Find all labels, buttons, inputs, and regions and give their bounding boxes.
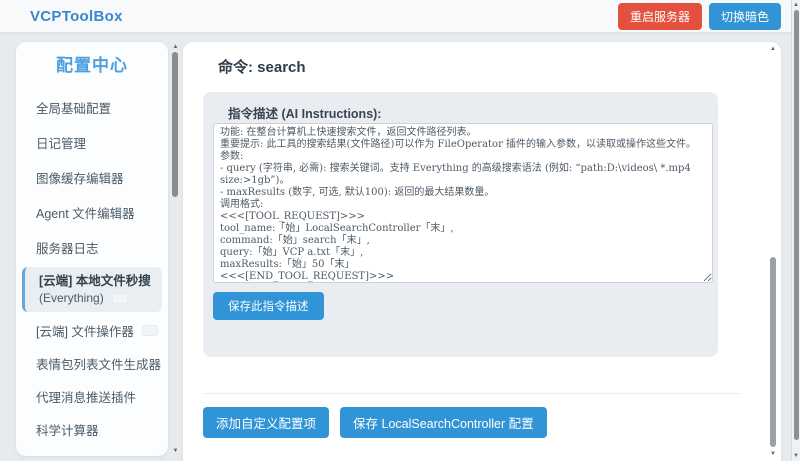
bottom-actions: 添加自定义配置项 保存 LocalSearchController 配置 (203, 407, 547, 438)
sidebar-item-label: [云端] 文件操作器 (36, 325, 134, 339)
scroll-thumb[interactable] (172, 52, 178, 197)
main-panel: 命令: search 指令描述 (AI Instructions): 功能: 在… (183, 42, 781, 461)
sidebar-item-emoji-list-generator[interactable]: 表情包列表文件生成器 (16, 347, 168, 380)
save-instruction-button[interactable]: 保存此指令描述 (213, 292, 324, 320)
scroll-thumb[interactable] (770, 257, 776, 447)
app-title: VCPToolBox (30, 7, 123, 25)
main-content-scrollbar[interactable]: ▲ ▼ (768, 44, 778, 459)
scroll-down-arrow[interactable]: ▼ (768, 450, 778, 458)
sidebar-item-label: [云端] 本地文件秒搜 (39, 274, 151, 288)
header-actions: 重启服务器 切换暗色 (617, 2, 781, 30)
divider (203, 393, 740, 394)
scroll-up-arrow[interactable]: ▲ (792, 1, 800, 9)
sidebar-item-proxy-message-push[interactable]: 代理消息推送插件 (16, 380, 168, 413)
instructions-textarea[interactable]: 功能: 在整台计算机上快速搜索文件，返回文件路径列表。 重要提示: 此工具的搜索… (213, 123, 713, 283)
add-custom-config-button[interactable]: 添加自定义配置项 (203, 407, 330, 438)
restart-server-button[interactable]: 重启服务器 (617, 2, 702, 30)
instructions-label: 指令描述 (AI Instructions): (228, 107, 382, 121)
sidebar-item-diary-management[interactable]: 日记管理 (16, 125, 168, 160)
scroll-up-arrow[interactable]: ▲ (171, 43, 180, 51)
instruction-panel: 指令描述 (AI Instructions): 功能: 在整台计算机上快速搜索文… (203, 92, 718, 357)
sidebar-item-scientific-calculator[interactable]: 科学计算器 (16, 413, 168, 446)
sidebar-item-file-operator[interactable]: [云端] 文件操作器 (16, 314, 168, 347)
command-title: 命令: search (218, 59, 306, 76)
sidebar-item-image-cache-editor[interactable]: 图像缓存编辑器 (16, 160, 168, 195)
sidebar-title: 配置中心 (56, 56, 128, 75)
status-badge-icon (111, 292, 128, 304)
app-header: VCPToolBox 重启服务器 切换暗色 (0, 0, 791, 33)
scroll-down-arrow[interactable]: ▼ (792, 452, 800, 460)
scroll-down-arrow[interactable]: ▼ (171, 447, 180, 455)
sidebar-item-server-logs[interactable]: 服务器日志 (16, 230, 168, 265)
window-scrollbar[interactable]: ▲ ▼ (791, 0, 800, 461)
scroll-up-arrow[interactable]: ▲ (768, 45, 778, 53)
sidebar-item-local-file-search[interactable]: [云端] 本地文件秒搜 (Everything) (22, 267, 162, 312)
status-badge-icon (141, 325, 158, 336)
scroll-thumb[interactable] (794, 10, 799, 440)
sidebar-nav: 全局基础配置 日记管理 图像缓存编辑器 Agent 文件编辑器 服务器日志 [云… (16, 90, 168, 446)
toggle-dark-mode-button[interactable]: 切换暗色 (708, 2, 781, 30)
sidebar-item-sublabel: (Everything) (39, 291, 104, 305)
save-config-button[interactable]: 保存 LocalSearchController 配置 (340, 407, 547, 438)
sidebar-item-global-config[interactable]: 全局基础配置 (16, 90, 168, 125)
sidebar-item-sublabel-row: (Everything) (39, 290, 156, 306)
sidebar-scrollbar[interactable]: ▲ ▼ (171, 42, 180, 456)
sidebar: 配置中心 全局基础配置 日记管理 图像缓存编辑器 Agent 文件编辑器 服务器… (16, 42, 168, 456)
sidebar-item-agent-file-editor[interactable]: Agent 文件编辑器 (16, 195, 168, 230)
